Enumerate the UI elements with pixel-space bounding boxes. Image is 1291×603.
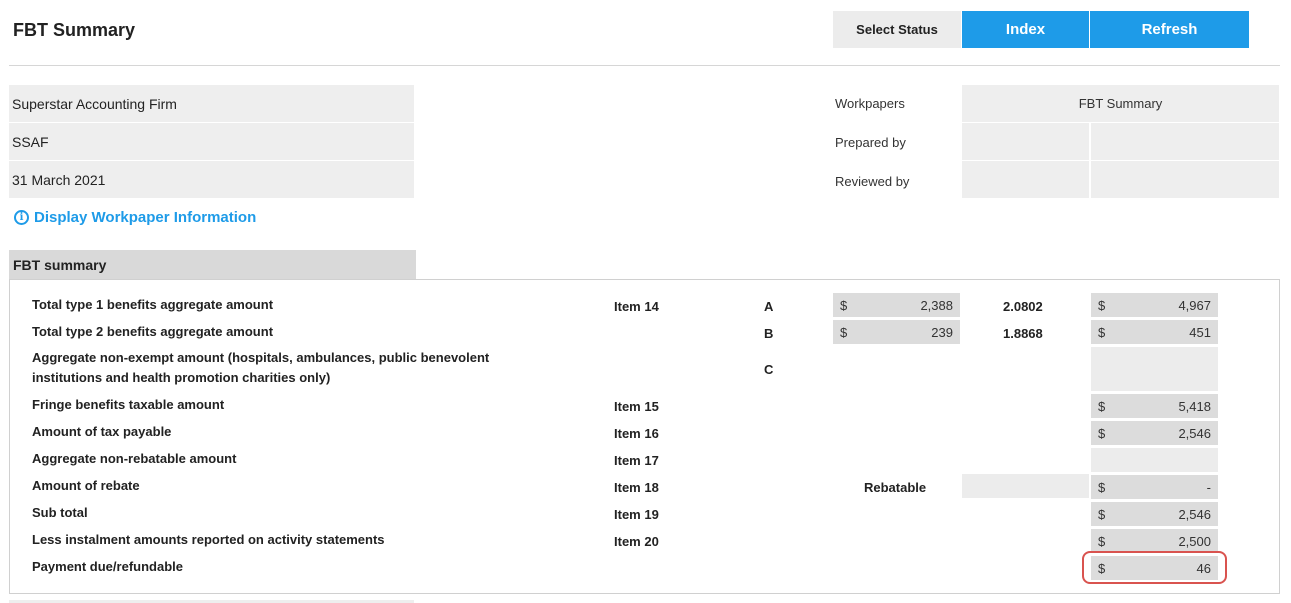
row-label-payment-due: Payment due/refundable (32, 559, 183, 574)
row-label-instalments: Less instalment amounts reported on acti… (32, 532, 385, 547)
currency-symbol: $ (1098, 298, 1106, 313)
currency-symbol: $ (1098, 325, 1106, 340)
currency-symbol: $ (1098, 426, 1106, 441)
row-label-non-exempt-line2: institutions and health promotion charit… (32, 370, 331, 385)
instalments-cell: $ 2,500 (1091, 529, 1218, 553)
non-rebatable-amount-cell (1091, 448, 1218, 472)
item-ref-16: Item 16 (614, 426, 659, 441)
refresh-button[interactable]: Refresh (1090, 11, 1249, 48)
tax-payable-cell: $ 2,546 (1091, 421, 1218, 445)
prepared-by-field[interactable] (962, 123, 1089, 160)
currency-symbol: $ (1098, 507, 1106, 522)
currency-symbol: $ (1098, 480, 1106, 495)
prepared-by-label: Prepared by (835, 135, 906, 150)
letter-a: A (764, 299, 774, 314)
payment-due-highlight (1082, 551, 1227, 584)
period-end: 31 March 2021 (9, 161, 414, 198)
display-workpaper-info-link[interactable]: i Display Workpaper Information (14, 209, 256, 226)
reviewed-by-label: Reviewed by (835, 174, 910, 189)
row-label-tax-payable: Amount of tax payable (32, 424, 172, 439)
type2-amount-cell: $ 239 (833, 320, 960, 344)
row-label-type2: Total type 2 benefits aggregate amount (32, 324, 274, 339)
type1-grossed-up-amount: 4,967 (1178, 298, 1211, 313)
header-divider (9, 65, 1280, 66)
index-button[interactable]: Index (962, 11, 1089, 48)
tax-payable-amount: 2,546 (1178, 426, 1211, 441)
type2-multiplier: 1.8868 (1003, 326, 1043, 341)
display-workpaper-info-label: Display Workpaper Information (34, 209, 257, 226)
taxable-amount: 5,418 (1178, 399, 1211, 414)
type1-amount-cell: $ 2,388 (833, 293, 960, 317)
currency-symbol: $ (1098, 534, 1106, 549)
currency-symbol: $ (1098, 399, 1106, 414)
currency-symbol: $ (840, 325, 848, 340)
reviewed-by-date-field[interactable] (1091, 161, 1279, 198)
type1-amount: 2,388 (920, 298, 953, 313)
instalments-amount: 2,500 (1178, 534, 1211, 549)
workpapers-label: Workpapers (835, 96, 905, 111)
entity-code: SSAF (9, 123, 414, 160)
item-ref-20: Item 20 (614, 534, 659, 549)
sub-total-cell: $ 2,546 (1091, 502, 1218, 526)
workpapers-value: FBT Summary (962, 85, 1279, 122)
item-ref-19: Item 19 (614, 507, 659, 522)
section-title: FBT summary (9, 250, 416, 280)
firm-name: Superstar Accounting Firm (9, 85, 414, 122)
row-label-non-exempt-line1: Aggregate non-exempt amount (hospitals, … (32, 350, 490, 365)
row-label-taxable-amount: Fringe benefits taxable amount (32, 397, 225, 412)
currency-symbol: $ (840, 298, 848, 313)
sub-total-amount: 2,546 (1178, 507, 1211, 522)
info-circle-icon: i (14, 210, 29, 225)
row-label-non-rebatable: Aggregate non-rebatable amount (32, 451, 237, 466)
row-label-type1: Total type 1 benefits aggregate amount (32, 297, 274, 312)
item-ref-15: Item 15 (614, 399, 659, 414)
select-status-button[interactable]: Select Status (833, 11, 961, 48)
rebatable-select[interactable] (962, 474, 1089, 498)
page-title: FBT Summary (13, 20, 136, 40)
type1-multiplier: 2.0802 (1003, 299, 1043, 314)
row-label-sub-total: Sub total (32, 505, 88, 520)
non-exempt-amount-cell (1091, 347, 1218, 391)
rebatable-label: Rebatable (864, 480, 927, 495)
item-ref-14: Item 14 (614, 299, 659, 314)
row-label-rebate: Amount of rebate (32, 478, 140, 493)
letter-c: C (764, 362, 774, 377)
item-ref-17: Item 17 (614, 453, 659, 468)
rebate-cell: $ - (1091, 475, 1218, 499)
item-ref-18: Item 18 (614, 480, 659, 495)
type2-amount: 239 (931, 325, 953, 340)
prepared-by-date-field[interactable] (1091, 123, 1279, 160)
type2-grossed-up-amount: 451 (1189, 325, 1211, 340)
type2-grossed-up-cell: $ 451 (1091, 320, 1218, 344)
type1-grossed-up-cell: $ 4,967 (1091, 293, 1218, 317)
reviewed-by-field[interactable] (962, 161, 1089, 198)
taxable-amount-cell: $ 5,418 (1091, 394, 1218, 418)
letter-b: B (764, 326, 774, 341)
rebate-amount: - (1206, 480, 1211, 495)
